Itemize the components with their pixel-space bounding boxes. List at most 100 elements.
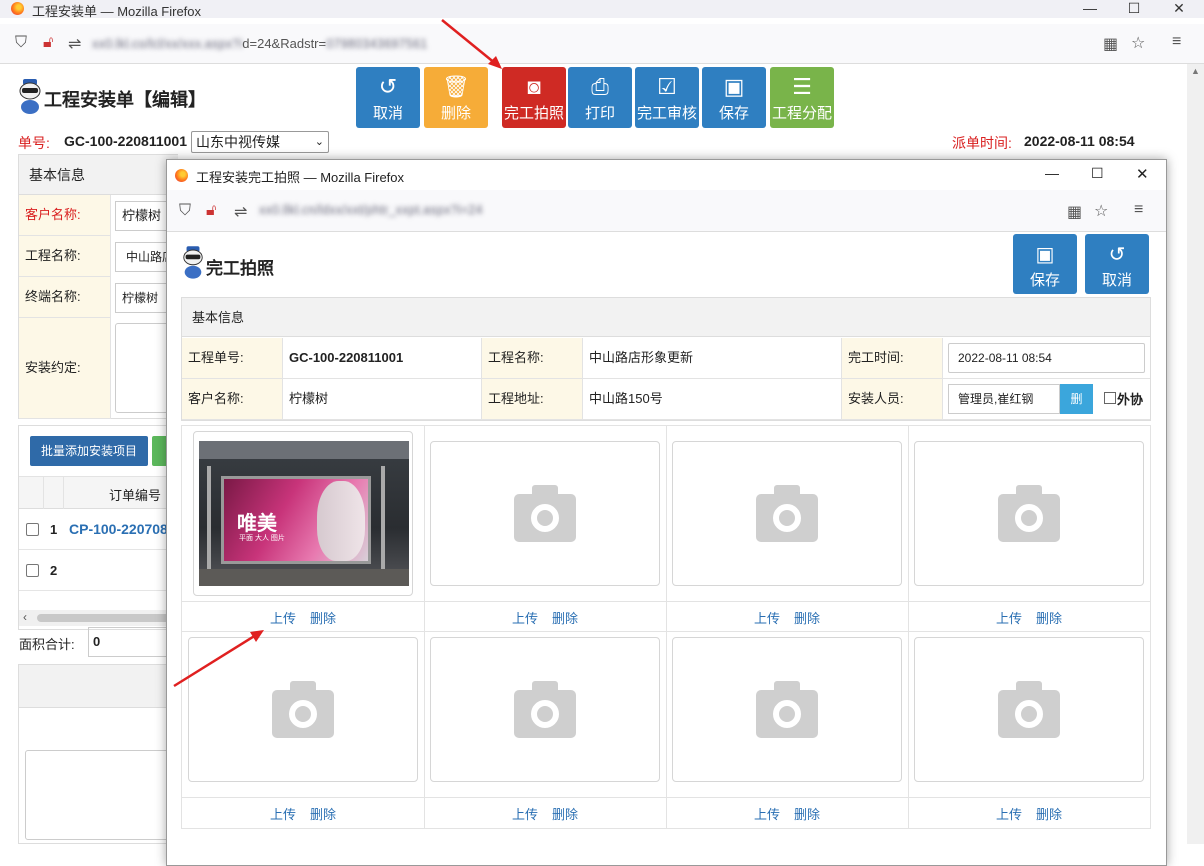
popup-window-title: 工程安装完工拍照 — Mozilla Firefox [196, 170, 405, 185]
address-label: 工程地址: [482, 379, 583, 420]
outer-window-titlebar: 工程安装单 — Mozilla Firefox — ☐ ✕ [0, 0, 1204, 19]
photo-actions-6: 上传 删除 [424, 804, 666, 823]
maximize-icon[interactable]: ☐ [1119, 0, 1149, 17]
horizontal-scrollbar[interactable]: ‹ [19, 610, 179, 626]
customer-value: 柠檬树 [283, 379, 482, 420]
shield-icon[interactable]: ⛉ [179, 202, 191, 220]
installer-input[interactable]: 管理员,崔红钢 [948, 384, 1060, 414]
outer-remarks-textarea[interactable] [25, 750, 185, 840]
uploaded-photo: 唯美 平面 大人 图片 [199, 441, 409, 586]
photo-actions-2: 上传 删除 [424, 608, 666, 627]
outer-lower-panel [18, 664, 185, 844]
terminal-name-label: 终端名称: [19, 277, 111, 318]
project-assign-button[interactable]: ☰ 工程分配 [770, 67, 834, 128]
popup-title: 完工拍照 [206, 259, 274, 278]
popup-url-bar: ⛉ 🔓︎ ⇌ xx0.llkl.cn/ldxx/xxt/phtr_xxpt.as… [167, 190, 1166, 232]
minimize-icon[interactable]: — [1075, 0, 1105, 16]
firefox-icon [11, 2, 24, 15]
upload-link[interactable]: 上传 [996, 611, 1022, 626]
checkbox-icon: ☑ [657, 74, 677, 99]
photo-slot-3[interactable] [672, 441, 902, 586]
maximize-icon[interactable]: ☐ [1091, 165, 1104, 182]
row-index: 2 [50, 563, 58, 578]
delete-link[interactable]: 删除 [1036, 807, 1062, 822]
outsource-checkbox[interactable] [1104, 392, 1116, 404]
close-icon[interactable]: ✕ [1136, 165, 1149, 183]
photo-slot-6[interactable] [430, 637, 660, 782]
mascot-logo [17, 77, 43, 115]
undo-icon: ↺ [378, 74, 398, 99]
upload-link[interactable]: 上传 [270, 807, 296, 822]
popup-cancel-button[interactable]: ↺ 取消 [1085, 234, 1149, 294]
photo-grid: 唯美 平面 大人 图片 上传 删除 上传 删除 上传 删除 上传 删除 上传 删除 上传删… [181, 425, 1151, 829]
printer-icon: ⎙ [591, 74, 609, 99]
ad-subline: 平面 大人 图片 [239, 535, 285, 542]
permissions-icon[interactable]: ⇌ [68, 34, 81, 54]
area-total-input[interactable]: 0 [88, 627, 168, 657]
delete-link[interactable]: 删除 [552, 611, 578, 626]
delete-link[interactable]: 删除 [794, 807, 820, 822]
dispatch-label: 派单时间: [952, 135, 1012, 151]
photo-slot-8[interactable] [914, 637, 1144, 782]
delete-link[interactable]: 删除 [310, 807, 336, 822]
photo-slot-1[interactable]: 唯美 平面 大人 图片 [193, 431, 413, 596]
camera-icon: ◙ [527, 74, 541, 99]
project-name-label: 工程名称: [19, 236, 111, 277]
lock-off-icon[interactable]: 🔓︎ [43, 34, 53, 52]
photo-actions-8: 上传 删除 [908, 804, 1150, 823]
upload-link[interactable]: 上传 [512, 807, 538, 822]
outer-scrollbar[interactable]: ▲ [1187, 64, 1204, 844]
table-row[interactable]: 2 [19, 551, 179, 591]
upload-link[interactable]: 上传 [754, 611, 780, 626]
row-checkbox[interactable] [26, 564, 39, 577]
row-checkbox[interactable] [26, 523, 39, 536]
upload-link[interactable]: 上传 [270, 611, 296, 626]
popup-save-button[interactable]: ▣ 保存 [1013, 234, 1077, 294]
row-order-link[interactable]: CP-100-220708 [69, 521, 168, 537]
photo-slot-2[interactable] [430, 441, 660, 586]
annotation-arrow-top [441, 19, 502, 69]
photo-slot-4[interactable] [914, 441, 1144, 586]
scroll-up-icon[interactable]: ▲ [1191, 66, 1200, 76]
delete-link[interactable]: 删除 [794, 611, 820, 626]
print-button[interactable]: ⎙ 打印 [568, 67, 632, 128]
batch-add-button[interactable]: 批量添加安装项目 [30, 436, 148, 466]
project-name-label: 工程名称: [482, 338, 583, 379]
qr-icon[interactable]: ▦ [1103, 34, 1118, 54]
popup-url-field[interactable]: xx0.llkl.cn/ldxx/xxt/phtr_xxpt.aspx?i=24 [259, 202, 483, 217]
delete-button[interactable]: 🗑︎ 删除 [424, 67, 488, 128]
finish-time-input[interactable]: 2022-08-11 08:54 [948, 343, 1145, 373]
menu-icon[interactable]: ≡ [1172, 33, 1181, 51]
shield-icon[interactable]: ⛉ [15, 34, 27, 52]
photo-slot-7[interactable] [672, 637, 902, 782]
lock-off-icon[interactable]: 🔓︎ [206, 202, 216, 220]
table-row[interactable]: 1 CP-100-220708 [19, 510, 179, 550]
save-button[interactable]: ▣ 保存 [702, 67, 766, 128]
cancel-button[interactable]: ↺ 取消 [356, 67, 420, 128]
camera-placeholder-icon [514, 484, 576, 542]
completion-review-button[interactable]: ☑ 完工审核 [635, 67, 699, 128]
outer-url-bar: ⛉ 🔓︎ ⇌ xx0.lkl.co/lcl/xx/xxx.aspx?id=24&… [0, 24, 1204, 64]
popup-titlebar: 工程安装完工拍照 — Mozilla Firefox — ☐ ✕ [167, 160, 1166, 190]
order-number: GC-100-220811001 [64, 133, 187, 149]
scroll-left-icon[interactable]: ‹ [23, 610, 27, 624]
popup-info-panel: 基本信息 工程单号: GC-100-220811001 工程名称: 中山路店形象… [181, 297, 1151, 421]
bookmark-star-icon[interactable]: ☆ [1094, 201, 1108, 221]
minimize-icon[interactable]: — [1045, 165, 1059, 181]
qr-icon[interactable]: ▦ [1067, 202, 1082, 222]
delete-link[interactable]: 删除 [1036, 611, 1062, 626]
permissions-icon[interactable]: ⇌ [234, 202, 247, 222]
installer-delete-button[interactable]: 删 [1060, 384, 1093, 414]
upload-link[interactable]: 上传 [512, 611, 538, 626]
delete-link[interactable]: 删除 [552, 807, 578, 822]
completion-photo-button[interactable]: ◙ 完工拍照 [502, 67, 566, 128]
customer-select[interactable]: 山东中视传媒 ⌄ [191, 131, 329, 153]
upload-link[interactable]: 上传 [754, 807, 780, 822]
menu-icon[interactable]: ≡ [1134, 201, 1143, 219]
upload-link[interactable]: 上传 [996, 807, 1022, 822]
bookmark-star-icon[interactable]: ☆ [1131, 33, 1145, 53]
order-no-label: 工程单号: [182, 338, 283, 379]
delete-link[interactable]: 删除 [310, 611, 336, 626]
chevron-down-icon: ⌄ [314, 136, 324, 148]
close-icon[interactable]: ✕ [1164, 0, 1194, 17]
